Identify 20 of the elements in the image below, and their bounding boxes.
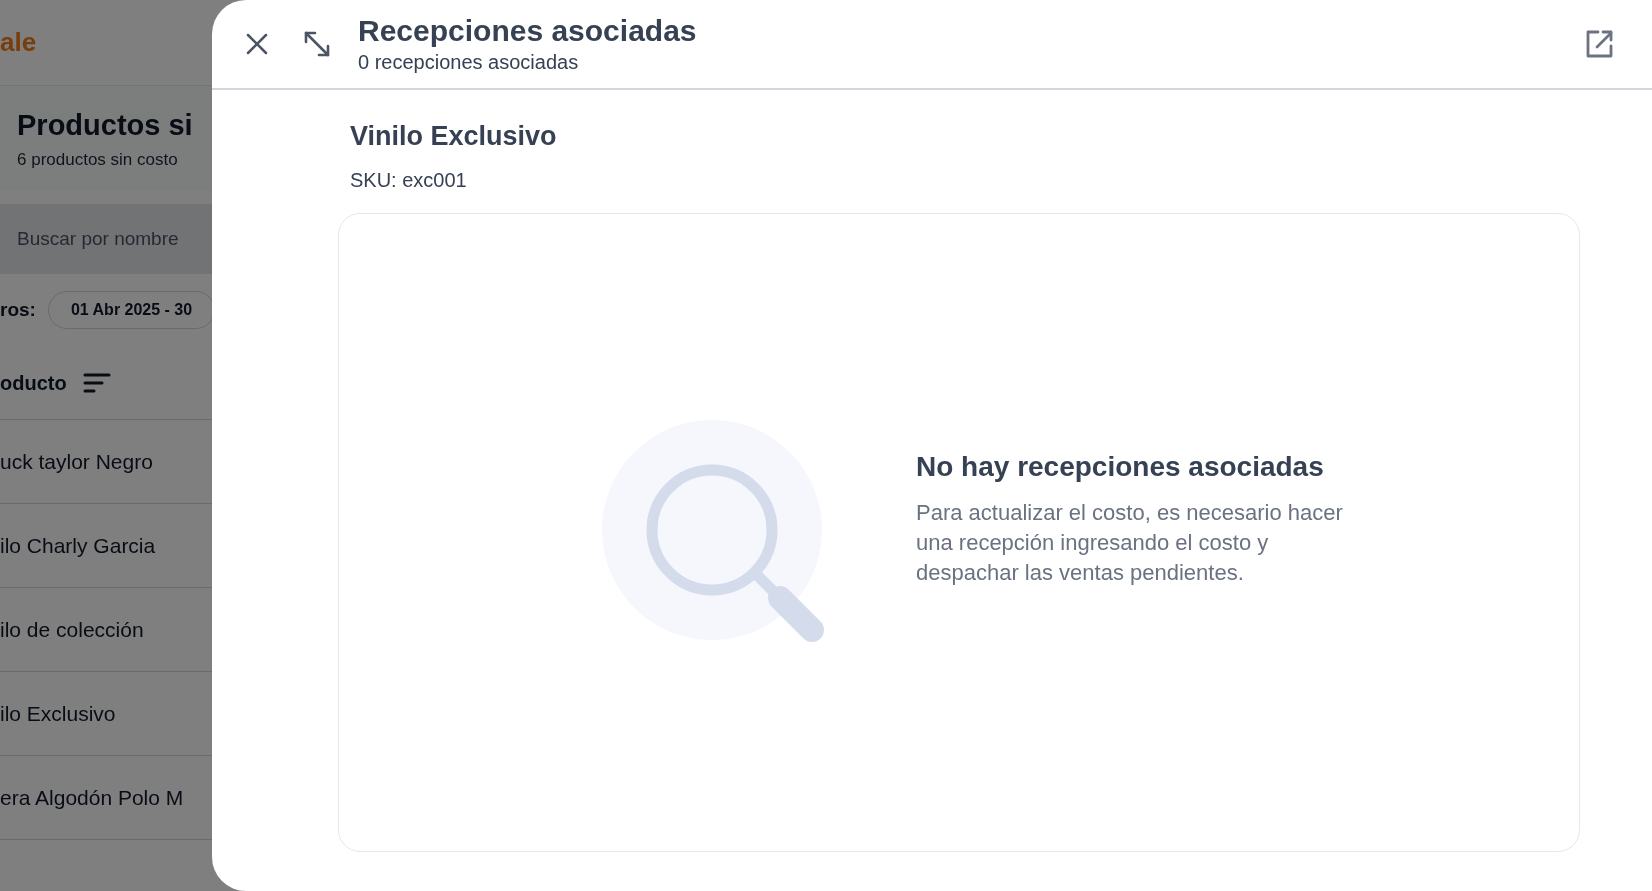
- external-link-icon: [1584, 29, 1614, 59]
- empty-state-title: No hay recepciones asociadas: [916, 450, 1325, 484]
- page-title: Productos si: [17, 107, 193, 143]
- column-header[interactable]: oducto: [0, 367, 67, 398]
- table-cell-text: ilo Charly Garcia: [0, 532, 156, 559]
- filters-label: ros:: [0, 297, 36, 322]
- drawer-title: Recepciones asociadas: [358, 13, 697, 49]
- close-icon: [246, 33, 268, 55]
- table-cell-text: uck taylor Negro: [0, 448, 153, 475]
- product-name: Vinilo Exclusivo: [350, 120, 558, 153]
- table-cell-text: era Algodón Polo M: [0, 784, 184, 811]
- product-sku: SKU: exc001: [350, 167, 468, 193]
- logo-text: ale: [0, 26, 37, 59]
- table-cell-text: ilo Exclusivo: [0, 700, 116, 727]
- expand-icon: [302, 29, 332, 59]
- table-cell-text: ilo de colección: [0, 616, 144, 643]
- sort-icon[interactable]: [82, 371, 111, 394]
- empty-state-message: Para actualizar el costo, es necesario hacer una recepción ingresando el costo y despachar las ventas pendientes.: [916, 499, 1344, 587]
- drawer-subtitle: 0 recepciones asociadas: [358, 50, 580, 75]
- page-subtitle: 6 productos sin costo: [17, 149, 178, 171]
